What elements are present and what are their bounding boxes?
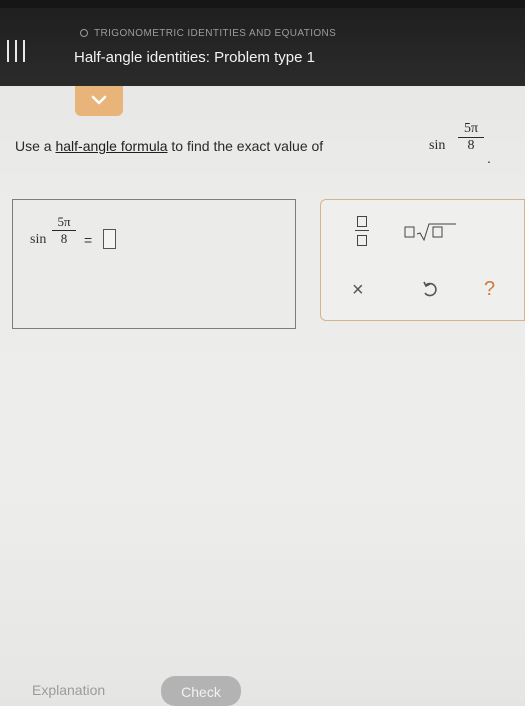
fraction-tool-button[interactable] [355, 216, 369, 248]
undo-icon [423, 281, 437, 297]
question-denominator: 8 [467, 138, 475, 153]
top-strip [0, 0, 525, 8]
top-bar [0, 0, 525, 86]
help-button[interactable]: ? [484, 278, 495, 301]
topic-circle-icon [80, 29, 88, 38]
topic-label: TRIGONOMETRIC IDENTITIES AND EQUATIONS [80, 28, 336, 39]
answer-function: sin [30, 232, 47, 247]
answer-numerator: 5π [57, 214, 71, 229]
square-root-tool-button[interactable] [404, 222, 458, 242]
check-button[interactable]: Check [161, 676, 241, 706]
chevron-down-icon [91, 95, 107, 105]
nth-root-icon [404, 223, 456, 242]
question-text: Use a half-angle formula to find the exa… [15, 138, 323, 154]
question-numerator: 5π [463, 121, 479, 136]
clear-button[interactable]: × [352, 279, 364, 302]
answer-fraction: 5π 8 [52, 214, 76, 247]
expand-toggle-button[interactable] [75, 86, 123, 116]
topic-text: TRIGONOMETRIC IDENTITIES AND EQUATIONS [94, 28, 337, 39]
menu-icon[interactable] [4, 40, 30, 62]
answer-equals: = [84, 232, 93, 248]
question-fraction: 5π 8 [458, 121, 484, 154]
answer-denominator: 8 [60, 231, 68, 246]
answer-input[interactable] [103, 229, 116, 249]
question-function: sin [429, 138, 446, 153]
explanation-button[interactable]: Explanation [32, 682, 105, 698]
question-suffix: to find the exact value of [167, 138, 324, 154]
page-title: Half-angle identities: Problem type 1 [74, 49, 315, 66]
question-period: . [487, 150, 491, 166]
question-prefix: Use a [15, 138, 56, 154]
half-angle-formula-link[interactable]: half-angle formula [55, 138, 167, 154]
undo-button[interactable] [422, 281, 438, 304]
